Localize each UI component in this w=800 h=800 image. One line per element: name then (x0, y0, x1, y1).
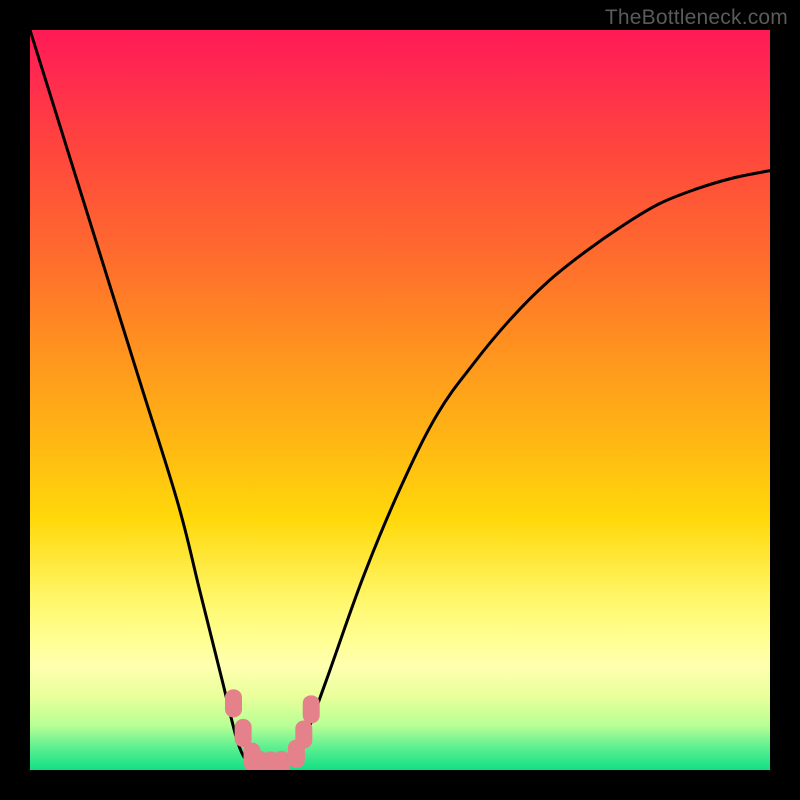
marker-dot (295, 720, 312, 748)
curve-markers (225, 689, 320, 770)
chart-frame: TheBottleneck.com (0, 0, 800, 800)
chart-svg (30, 30, 770, 770)
marker-dot (235, 719, 252, 747)
watermark-text: TheBottleneck.com (605, 6, 788, 30)
plot-area (30, 30, 770, 770)
marker-dot (303, 695, 320, 723)
marker-dot (273, 751, 290, 770)
marker-dot (225, 689, 242, 717)
bottleneck-curve (30, 30, 770, 767)
